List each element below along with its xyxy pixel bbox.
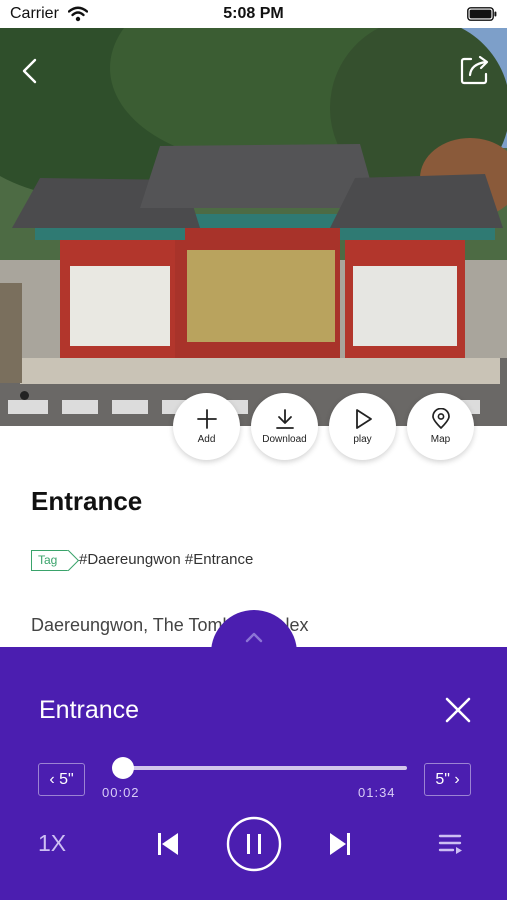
share-icon[interactable] — [457, 52, 493, 88]
map-button[interactable]: Map — [407, 393, 474, 460]
skip-back-button[interactable]: ‹ 5" — [38, 763, 85, 796]
place-title: Entrance — [31, 486, 143, 516]
map-label: Map — [430, 434, 451, 445]
pause-button[interactable] — [226, 816, 282, 872]
map-pin-icon — [431, 408, 450, 429]
elapsed-time: 00:02 — [102, 785, 140, 800]
download-label: Download — [262, 434, 307, 445]
skip-forward-button[interactable]: 5" › — [424, 763, 471, 796]
tag-badge: Tag — [31, 550, 70, 571]
play-button[interactable]: play — [329, 393, 396, 460]
add-button[interactable]: Add — [173, 393, 240, 460]
playlist-icon[interactable] — [437, 830, 465, 858]
progress-bar[interactable] — [111, 757, 407, 779]
audio-player: Entrance ‹ 5" 5" › 00:02 01:34 1X — [0, 647, 507, 900]
track-title: Entrance — [39, 696, 140, 724]
back-icon[interactable] — [14, 54, 48, 88]
action-buttons: Add Download play Map — [173, 393, 474, 460]
status-bar: Carrier 5:08 PM — [0, 0, 507, 28]
progress-thumb[interactable] — [111, 757, 134, 779]
plus-icon — [196, 409, 217, 429]
status-time: 5:08 PM — [223, 5, 284, 22]
close-icon[interactable] — [443, 695, 473, 725]
play-icon — [355, 409, 372, 429]
chevron-up-icon[interactable] — [241, 628, 267, 646]
download-button[interactable]: Download — [251, 393, 318, 460]
battery-icon — [467, 7, 497, 21]
play-label: play — [353, 434, 372, 445]
previous-track-icon[interactable] — [155, 830, 181, 858]
next-track-icon[interactable] — [327, 830, 353, 858]
gate-photo — [0, 28, 507, 426]
playback-speed-button[interactable]: 1X — [38, 830, 66, 857]
carousel-page-indicator — [20, 391, 29, 400]
hashtags[interactable]: #Daereungwon #Entrance — [79, 551, 253, 568]
total-time: 01:34 — [358, 785, 396, 800]
hero-photo — [0, 28, 507, 426]
add-label: Add — [197, 434, 216, 445]
download-icon — [275, 409, 294, 429]
